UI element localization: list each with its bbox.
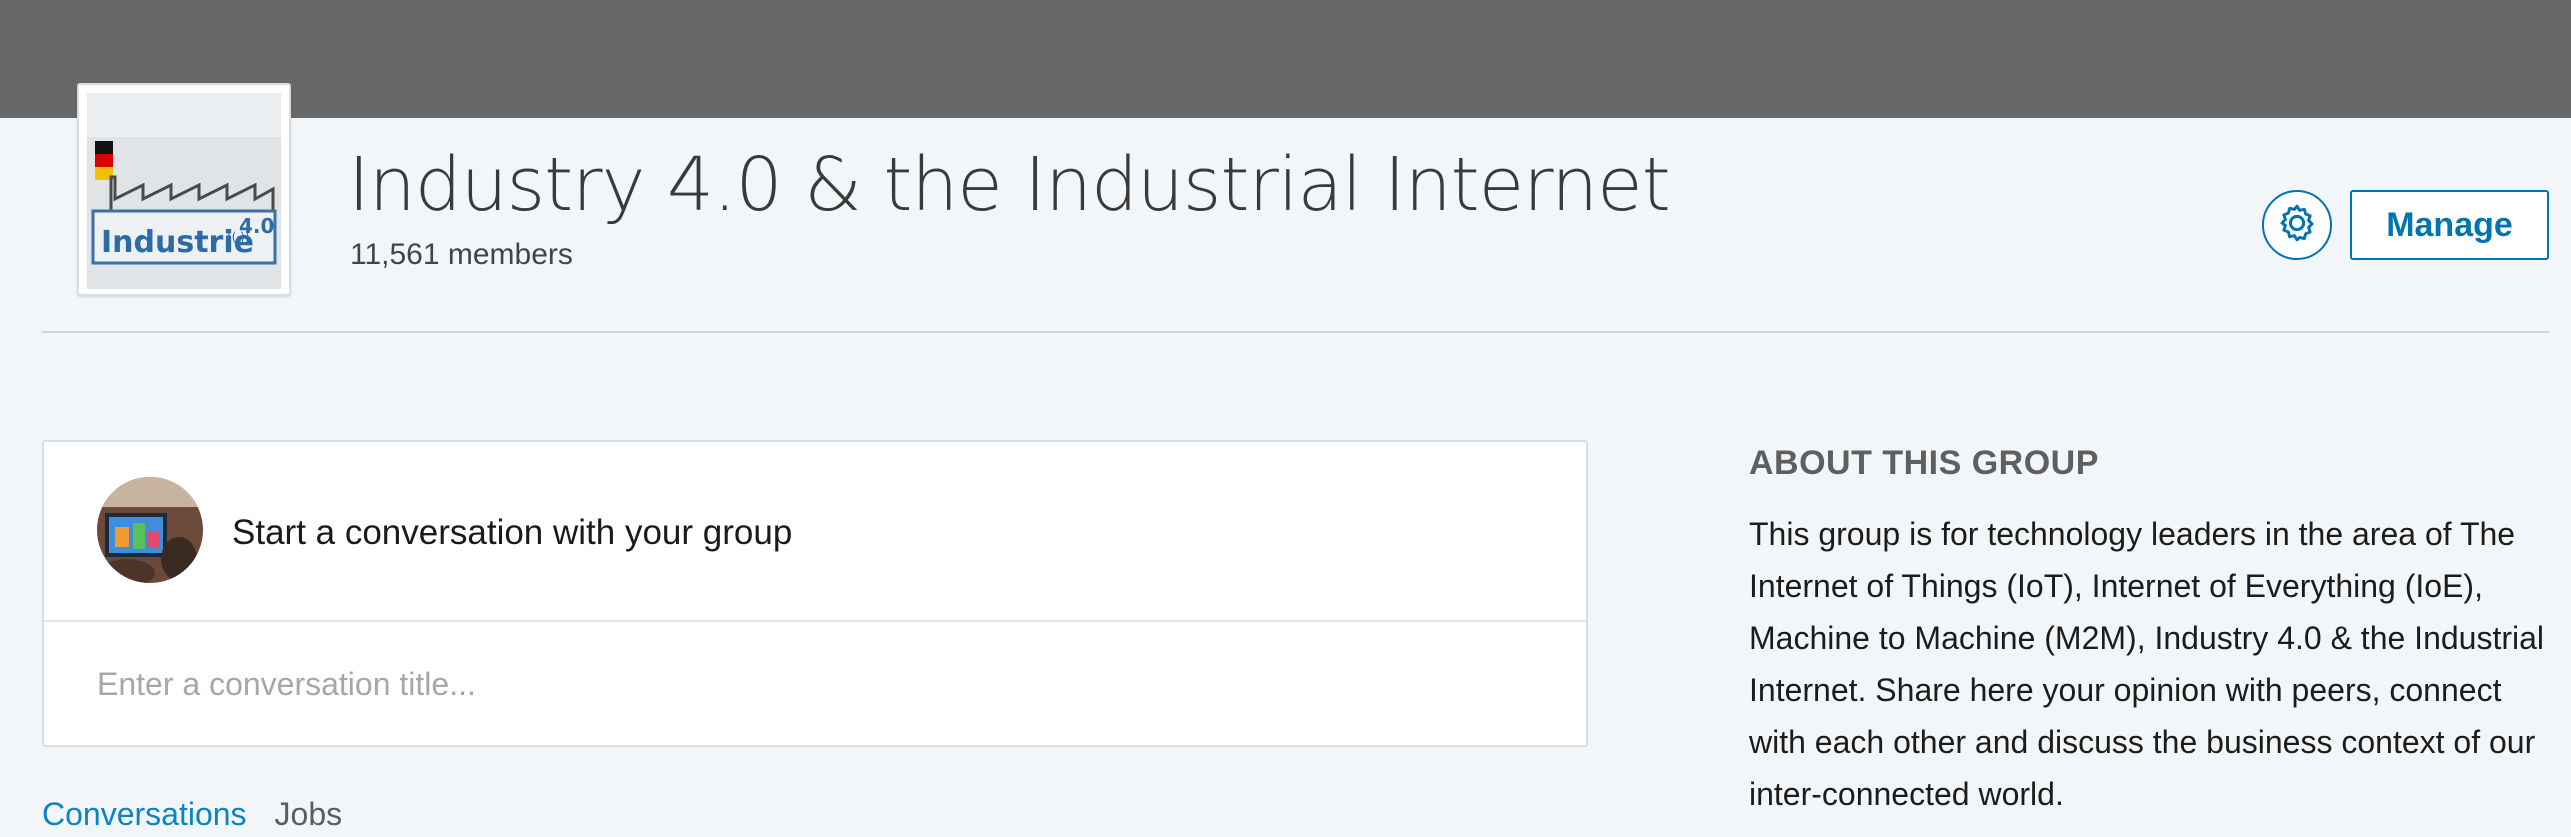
composer-prompt[interactable]: Start a conversation with your group <box>232 512 792 554</box>
group-logo[interactable]: Industrie 4.0 ((·)) <box>77 83 291 296</box>
about-heading: ABOUT THIS GROUP <box>1749 444 2099 482</box>
tab-jobs[interactable]: Jobs <box>275 792 343 837</box>
avatar[interactable] <box>97 477 203 583</box>
settings-button[interactable] <box>2262 190 2332 260</box>
member-count[interactable]: 11,561 members <box>350 236 573 274</box>
header-divider <box>42 331 2549 333</box>
svg-text:((·)): ((·)) <box>227 230 250 244</box>
page-title: Industry 4.0 & the Industrial Internet <box>348 142 1671 228</box>
conversation-composer: Start a conversation with your group <box>42 440 1588 747</box>
gear-icon <box>2275 201 2319 250</box>
cover-banner <box>0 0 2571 118</box>
industrie-logo-image: Industrie 4.0 ((·)) <box>87 137 281 289</box>
manage-button[interactable]: Manage <box>2350 190 2549 260</box>
about-description: This group is for technology leaders in … <box>1749 516 2545 812</box>
conversation-title-input[interactable] <box>44 624 1586 745</box>
group-tabs: Conversations Jobs <box>42 792 342 837</box>
composer-header: Start a conversation with your group <box>44 442 1586 622</box>
tab-conversations[interactable]: Conversations <box>42 792 247 837</box>
